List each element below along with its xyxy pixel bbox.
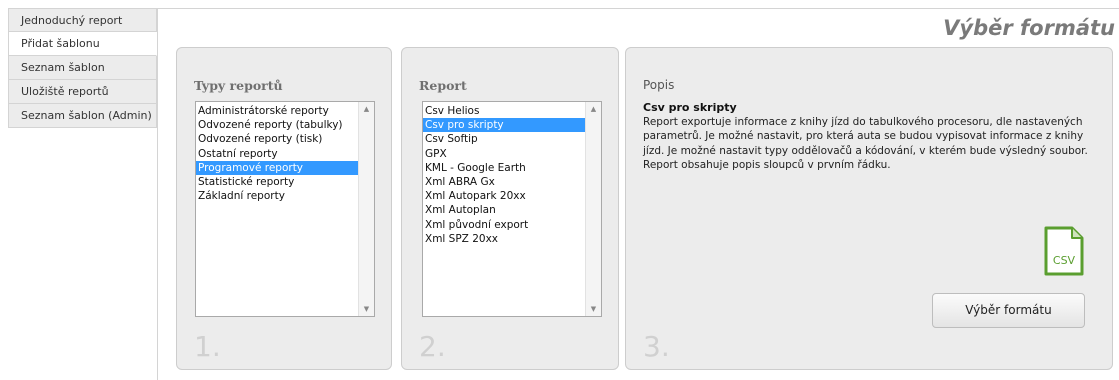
scroll-up-arrow-icon[interactable]: ▲ [359, 102, 374, 116]
scroll-up-arrow-icon[interactable]: ▲ [586, 102, 601, 116]
report-type-option[interactable]: Odvozené reporty (tabulky) [196, 118, 358, 132]
step-number-1: 1. [194, 330, 221, 363]
report-type-option[interactable]: Ostatní reporty [196, 147, 358, 161]
report-option[interactable]: Xml ABRA Gx [423, 175, 585, 189]
sidebar-item-simple-report[interactable]: Jednoduchý report [8, 8, 157, 32]
sidebar-item-add-template[interactable]: Přidat šablonu [8, 32, 157, 56]
report-panel: Report Csv Helios Csv pro skripty Csv Soft… [401, 47, 619, 370]
report-types-panel: Typy reportů Administrátorské reporty Odv… [176, 47, 392, 370]
report-items: Csv Helios Csv pro skripty Csv Softip GPX KM… [423, 104, 585, 246]
report-option[interactable]: Csv Softip [423, 132, 585, 146]
report-type-option[interactable]: Statistické reporty [196, 175, 358, 189]
report-scrollbar[interactable]: ▲ ▼ [585, 102, 601, 316]
scroll-down-arrow-icon[interactable]: ▼ [586, 302, 601, 316]
report-type-option[interactable]: Administrátorské reporty [196, 104, 358, 118]
sidebar-menu: Jednoduchý report Přidat šablonu Seznam … [8, 8, 157, 128]
page-title: Výběr formátu [943, 16, 1115, 40]
report-option[interactable]: Xml Autoplan [423, 203, 585, 217]
report-type-option[interactable]: Odvozené reporty (tisk) [196, 132, 358, 146]
step-number-2: 2. [419, 330, 446, 363]
report-option[interactable]: Csv pro skripty [423, 118, 585, 133]
description-heading: Csv pro skripty [643, 101, 737, 114]
report-option[interactable]: Xml původní export [423, 218, 585, 232]
panel-title-description: Popis [643, 78, 675, 92]
sidebar-item-template-list-admin[interactable]: Seznam šablon (Admin) [8, 104, 157, 128]
report-option[interactable]: Xml SPZ 20xx [423, 232, 585, 246]
report-option[interactable]: Csv Helios [423, 104, 585, 118]
panel-title-report-types: Typy reportů [194, 78, 283, 93]
report-option[interactable]: Xml Autopark 20xx [423, 189, 585, 203]
description-panel: Popis Csv pro skripty Report exportuje i… [625, 47, 1113, 370]
report-types-items: Administrátorské reporty Odvozené reporty… [196, 104, 358, 203]
report-type-option[interactable]: Programové reporty [196, 160, 358, 175]
report-types-listbox[interactable]: Administrátorské reporty Odvozené reporty… [195, 101, 375, 317]
report-types-scrollbar[interactable]: ▲ ▼ [358, 102, 374, 316]
report-option[interactable]: KML - Google Earth [423, 161, 585, 175]
report-type-option[interactable]: Základní reporty [196, 189, 358, 203]
content-border-left [157, 8, 158, 380]
csv-icon-label: CSV [1053, 254, 1076, 267]
content-border-top [157, 8, 1119, 9]
csv-file-icon: CSV [1044, 226, 1084, 276]
sidebar-item-report-storage[interactable]: Uložiště reportů [8, 80, 157, 104]
step-number-3: 3. [643, 330, 670, 363]
report-option[interactable]: GPX [423, 147, 585, 161]
scroll-down-arrow-icon[interactable]: ▼ [359, 302, 374, 316]
description-text: Report exportuje informace z knihy jízd … [643, 116, 1088, 171]
report-listbox[interactable]: Csv Helios Csv pro skripty Csv Softip GPX KM… [422, 101, 602, 317]
panel-title-report: Report [419, 78, 467, 93]
sidebar-item-template-list[interactable]: Seznam šablon [8, 56, 157, 80]
select-format-button[interactable]: Výběr formátu [932, 293, 1085, 328]
